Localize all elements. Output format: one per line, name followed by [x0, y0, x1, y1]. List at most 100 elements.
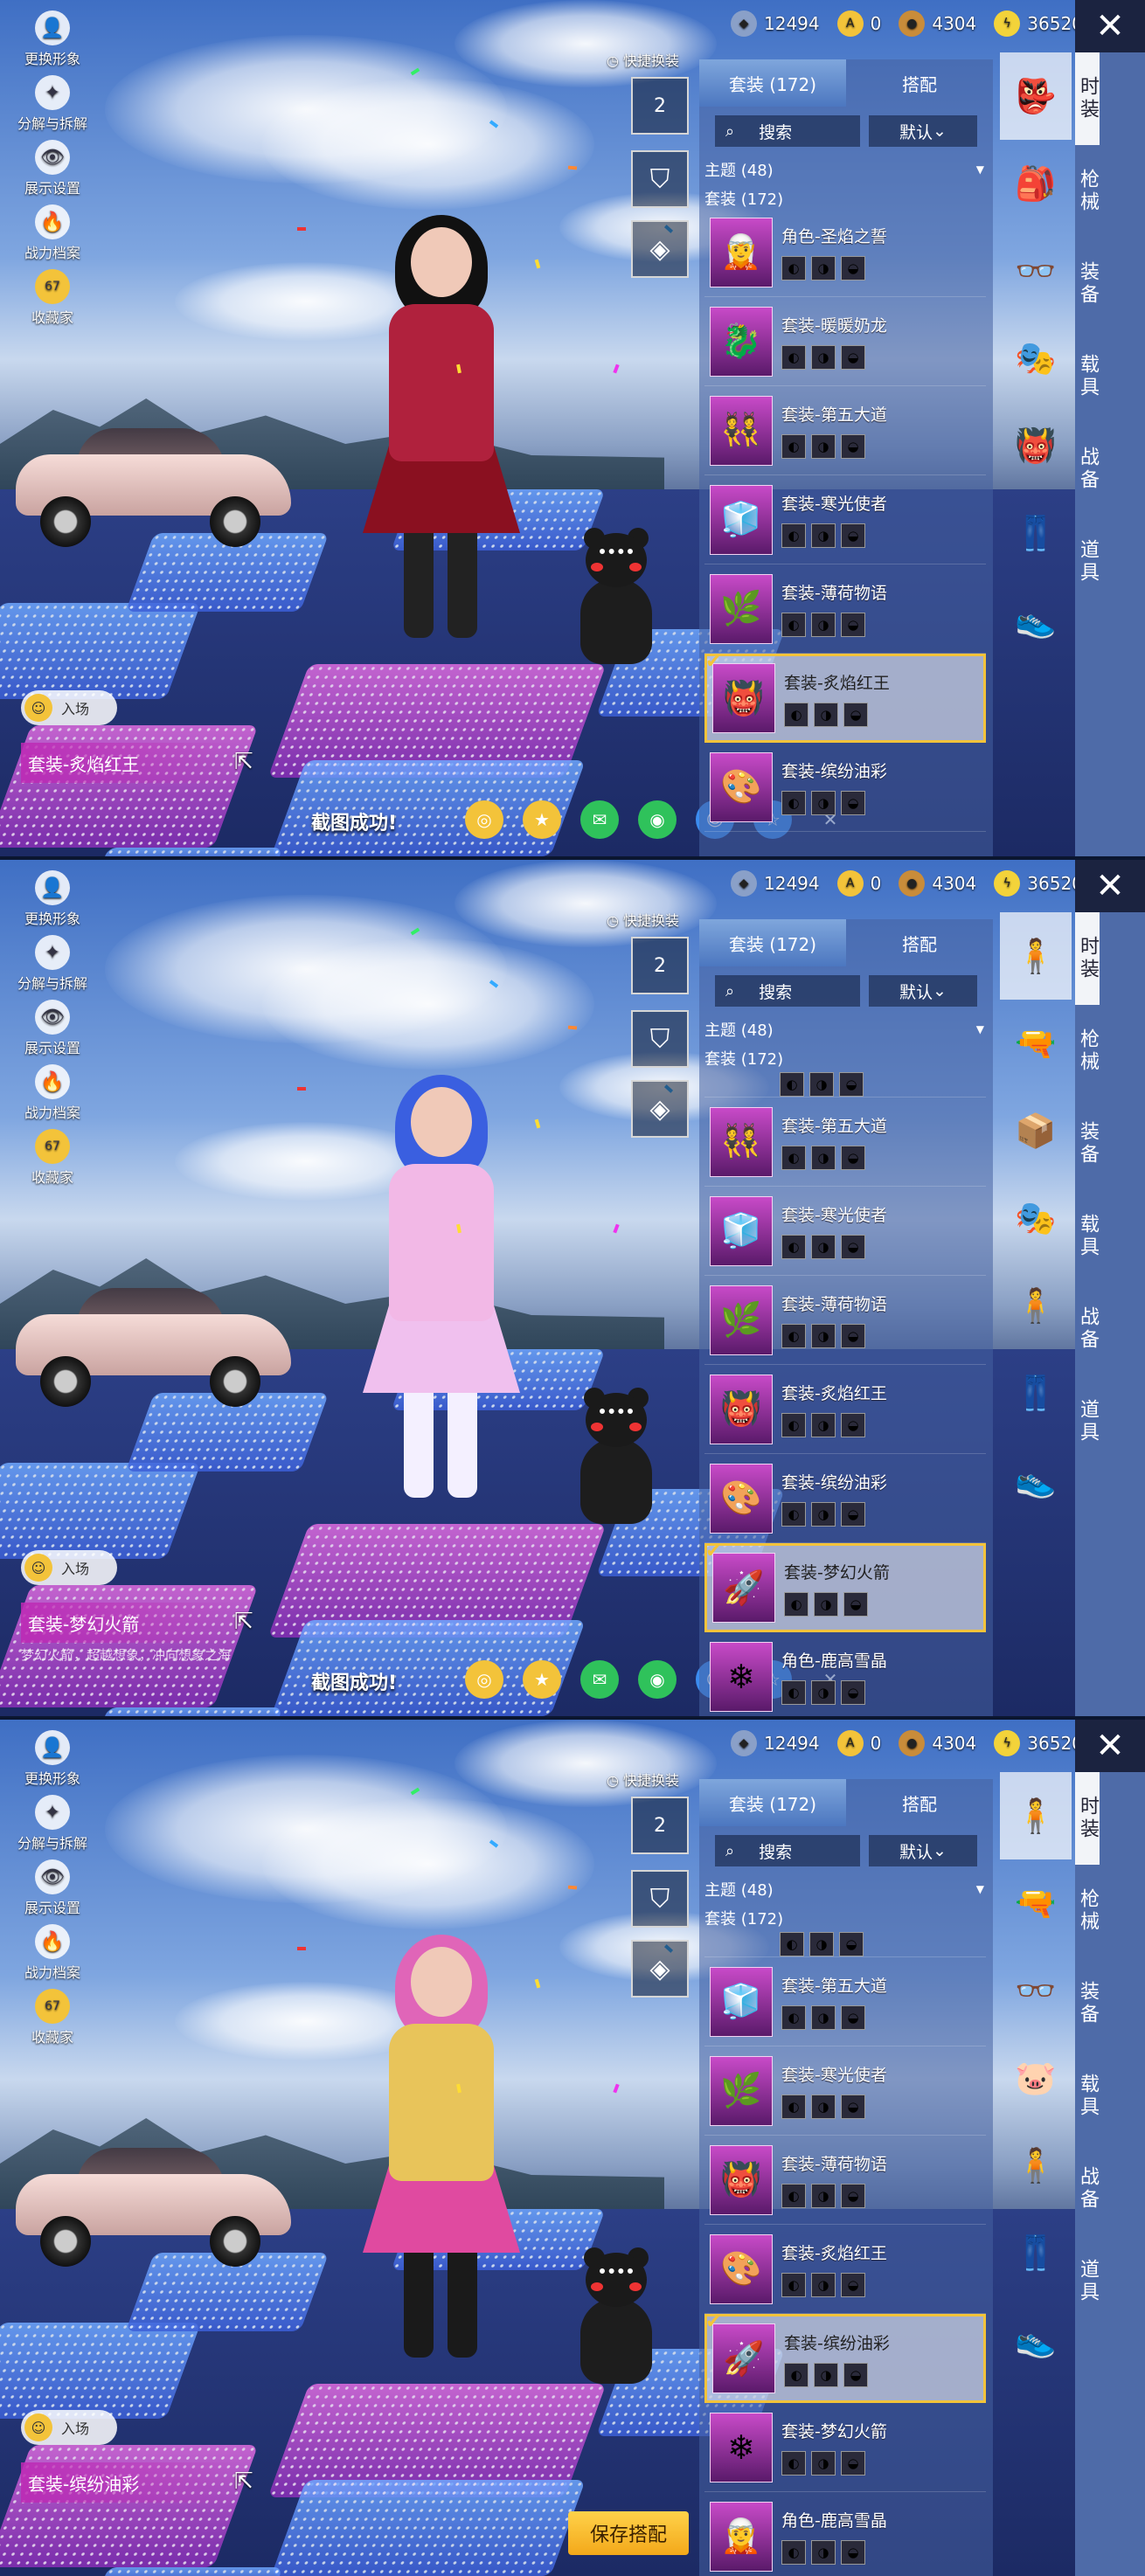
change-avatar-button[interactable]: 👤 更换形象: [10, 870, 94, 935]
category-tab[interactable]: 枪械: [1075, 1865, 1100, 1957]
wechat-icon[interactable]: ✉: [580, 1660, 619, 1699]
theme-filter[interactable]: 主题 (48) ▼: [704, 1877, 984, 1901]
list-item[interactable]: 🌿 套装-薄荷物语 ◐ ◑ ◒: [704, 1276, 986, 1365]
peace-elite-icon[interactable]: ★: [523, 800, 561, 839]
category-slot[interactable]: 🔫: [1000, 1859, 1072, 1947]
quick-slot-3[interactable]: ◈: [631, 1940, 689, 1998]
sort-dropdown[interactable]: 默认 ⌄: [869, 1835, 977, 1866]
list-item[interactable]: 🌿 套装-薄荷物语 ◐ ◑ ◒: [704, 564, 986, 654]
list-item[interactable]: ◐ ◑ ◒: [704, 1068, 986, 1098]
tab-suits[interactable]: 套装 (172): [699, 59, 846, 107]
category-slot[interactable]: 👖: [1000, 2209, 1072, 2296]
collector-button[interactable]: 67 收藏家: [10, 1129, 94, 1194]
quick-slot-3[interactable]: ◈: [631, 220, 689, 278]
list-item[interactable]: 🧊 套装-第五大道 ◐ ◑ ◒: [704, 1957, 986, 2046]
category-slot[interactable]: 👖: [1000, 1349, 1072, 1437]
list-item[interactable]: 🧝 角色-圣焰之誓 ◐ ◑ ◒: [704, 208, 986, 297]
category-tab[interactable]: 枪械: [1075, 145, 1100, 238]
entrance-button[interactable]: ☺ 入场: [21, 1550, 117, 1585]
list-item[interactable]: ✔ 🚀 套装-梦幻火箭 ◐ ◑ ◒: [704, 1541, 986, 1632]
quick-change-label[interactable]: ◷ 快捷换装: [607, 49, 679, 70]
category-slot[interactable]: 👟: [1000, 2296, 1072, 2384]
theme-filter[interactable]: 主题 (48) ▼: [704, 1017, 984, 1042]
theme-filter[interactable]: 主题 (48) ▼: [704, 157, 984, 182]
list-item[interactable]: ◐ ◑ ◒: [704, 1928, 986, 1957]
display-settings-button[interactable]: 👁 展示设置: [10, 1000, 94, 1064]
quick-slot-1[interactable]: 2: [631, 1797, 689, 1854]
list-item[interactable]: 👯 套装-第五大道 ◐ ◑ ◒: [704, 386, 986, 475]
entrance-button[interactable]: ☺ 入场: [21, 690, 117, 725]
share-icon[interactable]: ⇱: [234, 2469, 262, 2496]
category-tab[interactable]: 时装: [1075, 1772, 1100, 1865]
category-slot[interactable]: 🧍: [1000, 2122, 1072, 2209]
category-slot[interactable]: 👖: [1000, 489, 1072, 577]
decompose-button[interactable]: ✦ 分解与拆解: [10, 75, 94, 140]
category-slot[interactable]: 👓: [1000, 1947, 1072, 2034]
category-tab[interactable]: 载具: [1075, 1190, 1100, 1283]
change-avatar-button[interactable]: 👤 更换形象: [10, 10, 94, 75]
category-tab[interactable]: 战备: [1075, 1283, 1100, 1375]
quick-slot-3[interactable]: ◈: [631, 1080, 689, 1138]
list-item[interactable]: ❄ 角色-鹿高雪晶 ◐ ◑ ◒: [704, 1632, 986, 1714]
category-slot[interactable]: 🧍: [1000, 912, 1072, 1000]
list-item[interactable]: 🧊 套装-寒光使者 ◐ ◑ ◒: [704, 475, 986, 564]
list-item[interactable]: 🎨 套装-缤纷油彩 ◐ ◑ ◒: [704, 743, 986, 832]
list-item[interactable]: 👯 套装-第五大道 ◐ ◑ ◒: [704, 1098, 986, 1187]
quick-slot-2[interactable]: ⛉: [631, 1870, 689, 1928]
decompose-button[interactable]: ✦ 分解与拆解: [10, 1795, 94, 1859]
category-tab[interactable]: 枪械: [1075, 1005, 1100, 1098]
category-slot[interactable]: 🎭: [1000, 1174, 1072, 1262]
tab-combos[interactable]: 搭配: [846, 1779, 993, 1826]
category-slot[interactable]: 🔫: [1000, 1000, 1072, 1087]
coin-share-icon[interactable]: ◎: [465, 1660, 503, 1699]
peace-elite-icon[interactable]: ★: [523, 1660, 561, 1699]
collector-button[interactable]: 67 收藏家: [10, 269, 94, 334]
search-box[interactable]: ⌕ 搜索: [715, 1835, 860, 1866]
search-box[interactable]: ⌕ 搜索: [715, 115, 860, 147]
category-tab[interactable]: 装备: [1075, 1098, 1100, 1190]
list-item[interactable]: 👹 套装-炙焰红王 ◐ ◑ ◒: [704, 1365, 986, 1454]
category-tab[interactable]: 战备: [1075, 423, 1100, 516]
list-item[interactable]: ❄ 套装-梦幻火箭 ◐ ◑ ◒: [704, 2403, 986, 2492]
change-avatar-button[interactable]: 👤 更换形象: [10, 1730, 94, 1795]
search-box[interactable]: ⌕ 搜索: [715, 975, 860, 1007]
category-slot[interactable]: 📦: [1000, 1087, 1072, 1174]
entrance-button[interactable]: ☺ 入场: [21, 2410, 117, 2445]
moments-icon[interactable]: ◉: [638, 800, 677, 839]
category-tab[interactable]: 道具: [1075, 1375, 1100, 1468]
list-item[interactable]: ✔ 🚀 套装-缤纷油彩 ◐ ◑ ◒: [704, 2311, 986, 2403]
category-slot[interactable]: 👓: [1000, 227, 1072, 315]
quick-change-label[interactable]: ◷ 快捷换装: [607, 1769, 679, 1790]
save-outfit-button[interactable]: 保存搭配: [568, 2511, 689, 2555]
category-slot[interactable]: 🎒: [1000, 140, 1072, 227]
power-record-button[interactable]: 🔥 战力档案: [10, 1064, 94, 1129]
list-item[interactable]: 🌿 套装-寒光使者 ◐ ◑ ◒: [704, 2046, 986, 2136]
category-slot[interactable]: 🎭: [1000, 315, 1072, 402]
power-record-button[interactable]: 🔥 战力档案: [10, 1924, 94, 1989]
category-slot[interactable]: 👟: [1000, 577, 1072, 664]
decompose-button[interactable]: ✦ 分解与拆解: [10, 935, 94, 1000]
category-slot[interactable]: 🧍: [1000, 1772, 1072, 1859]
list-item[interactable]: 🐉 套装-暖暖奶龙 ◐ ◑ ◒: [704, 297, 986, 386]
category-tab[interactable]: 装备: [1075, 1957, 1100, 2050]
close-button[interactable]: ✕: [1075, 0, 1145, 52]
close-button[interactable]: ✕: [1075, 860, 1145, 912]
close-button[interactable]: ✕: [1075, 1720, 1145, 1772]
list-item[interactable]: 🎨 套装-缤纷油彩 ◐ ◑ ◒: [704, 1454, 986, 1543]
tab-combos[interactable]: 搭配: [846, 919, 993, 966]
category-tab[interactable]: 载具: [1075, 2050, 1100, 2143]
sort-dropdown[interactable]: 默认 ⌄: [869, 115, 977, 147]
display-settings-button[interactable]: 👁 展示设置: [10, 1859, 94, 1924]
collector-button[interactable]: 67 收藏家: [10, 1989, 94, 2053]
power-record-button[interactable]: 🔥 战力档案: [10, 204, 94, 269]
coin-share-icon[interactable]: ◎: [465, 800, 503, 839]
category-slot[interactable]: 👟: [1000, 1437, 1072, 1524]
quick-slot-2[interactable]: ⛉: [631, 150, 689, 208]
quick-slot-2[interactable]: ⛉: [631, 1010, 689, 1068]
moments-icon[interactable]: ◉: [638, 1660, 677, 1699]
category-tab[interactable]: 载具: [1075, 330, 1100, 423]
category-tab[interactable]: 战备: [1075, 2143, 1100, 2235]
sort-dropdown[interactable]: 默认 ⌄: [869, 975, 977, 1007]
display-settings-button[interactable]: 👁 展示设置: [10, 140, 94, 204]
tab-combos[interactable]: 搭配: [846, 59, 993, 107]
